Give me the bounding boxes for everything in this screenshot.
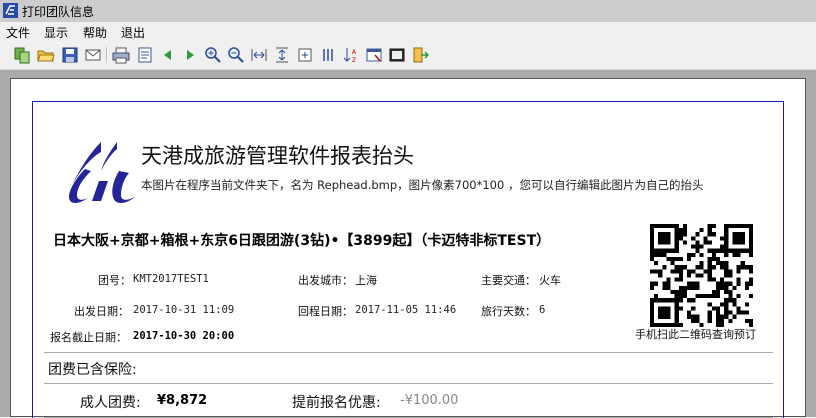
exit-icon[interactable] — [411, 46, 429, 64]
depart-date-label: 出发日期： — [74, 305, 129, 318]
sort-icon[interactable]: AZ — [342, 46, 360, 64]
depart-city-label: 出发城市： — [298, 274, 353, 287]
next-page-icon[interactable] — [181, 46, 199, 64]
window-icon[interactable] — [365, 46, 383, 64]
transport-label: 主要交通： — [481, 274, 536, 287]
report-frame: 天港成旅游管理软件报表抬头 本图片在程序当前文件夹下，名为 Rephead.bm… — [32, 101, 784, 418]
menu-bar: 文件 显示 帮助 退出 — [0, 22, 816, 40]
page-setup-icon[interactable] — [136, 46, 154, 64]
prev-page-icon[interactable] — [159, 46, 177, 64]
insurance-text: 团费已含保险: — [48, 362, 137, 378]
group-no-label: 团号： — [98, 274, 131, 287]
report-header-subtitle: 本图片在程序当前文件夹下，名为 Rephead.bmp，图片像素700*100 … — [141, 178, 704, 192]
days-label: 旅行天数： — [481, 305, 536, 318]
report-app-icon — [3, 3, 18, 18]
fit-width-icon[interactable] — [250, 46, 268, 64]
svg-text:Z: Z — [352, 57, 356, 64]
days-value: 6 — [539, 304, 546, 316]
zoom-out-icon[interactable] — [227, 46, 245, 64]
adult-fee-value: ¥8,872 — [157, 393, 208, 408]
menu-exit[interactable]: 退出 — [121, 24, 145, 41]
adult-fee-label: 成人团费: — [80, 395, 141, 411]
fit-height-icon[interactable] — [273, 46, 291, 64]
snapshot-icon[interactable] — [388, 46, 406, 64]
early-discount-label: 提前报名优惠: — [292, 395, 381, 411]
group-no-value: KMT2017TEST1 — [133, 273, 209, 285]
menu-help[interactable]: 帮助 — [83, 24, 107, 41]
company-logo — [69, 142, 135, 203]
zoom-in-icon[interactable] — [204, 46, 222, 64]
deadline-label: 报名截止日期： — [50, 331, 127, 344]
section-divider — [44, 383, 773, 384]
email-icon[interactable] — [84, 46, 102, 64]
qr-code[interactable] — [650, 224, 753, 327]
section-divider — [44, 352, 773, 353]
fit-page-icon[interactable] — [296, 46, 314, 64]
menu-file[interactable]: 文件 — [6, 24, 30, 41]
menu-view[interactable]: 显示 — [44, 24, 68, 41]
return-date-label: 回程日期： — [298, 305, 353, 318]
early-discount-value: -¥100.00 — [400, 393, 459, 408]
transport-value: 火车 — [539, 274, 561, 287]
print-preview-area[interactable]: 天港成旅游管理软件报表抬头 本图片在程序当前文件夹下，名为 Rephead.bm… — [0, 70, 816, 418]
tour-title: 日本大阪+京都+箱根+东京6日跟团游(3钻)•【3899起】（卡迈特非标TEST… — [53, 233, 551, 249]
qr-caption: 手机扫此二维码查询预订 — [635, 328, 756, 341]
title-bar: 打印团队信息 — [0, 0, 816, 23]
depart-city-value: 上海 — [355, 274, 377, 287]
toolbar: AZ — [0, 41, 816, 70]
deadline-value: 2017-10-30 20:00 — [133, 330, 235, 342]
report-page: 天港成旅游管理软件报表抬头 本图片在程序当前文件夹下，名为 Rephead.bm… — [10, 78, 806, 418]
report-header-title: 天港成旅游管理软件报表抬头 — [141, 144, 414, 168]
window-title: 打印团队信息 — [22, 5, 95, 19]
column-icon[interactable] — [319, 46, 337, 64]
export-icon[interactable] — [13, 46, 31, 64]
return-date-value: 2017-11-05 11:46 — [355, 304, 457, 316]
save-icon[interactable] — [61, 46, 79, 64]
open-icon[interactable] — [37, 46, 55, 64]
svg-text:A: A — [352, 49, 357, 56]
print-icon[interactable] — [112, 46, 130, 64]
depart-date-value: 2017-10-31 11:09 — [133, 304, 235, 316]
